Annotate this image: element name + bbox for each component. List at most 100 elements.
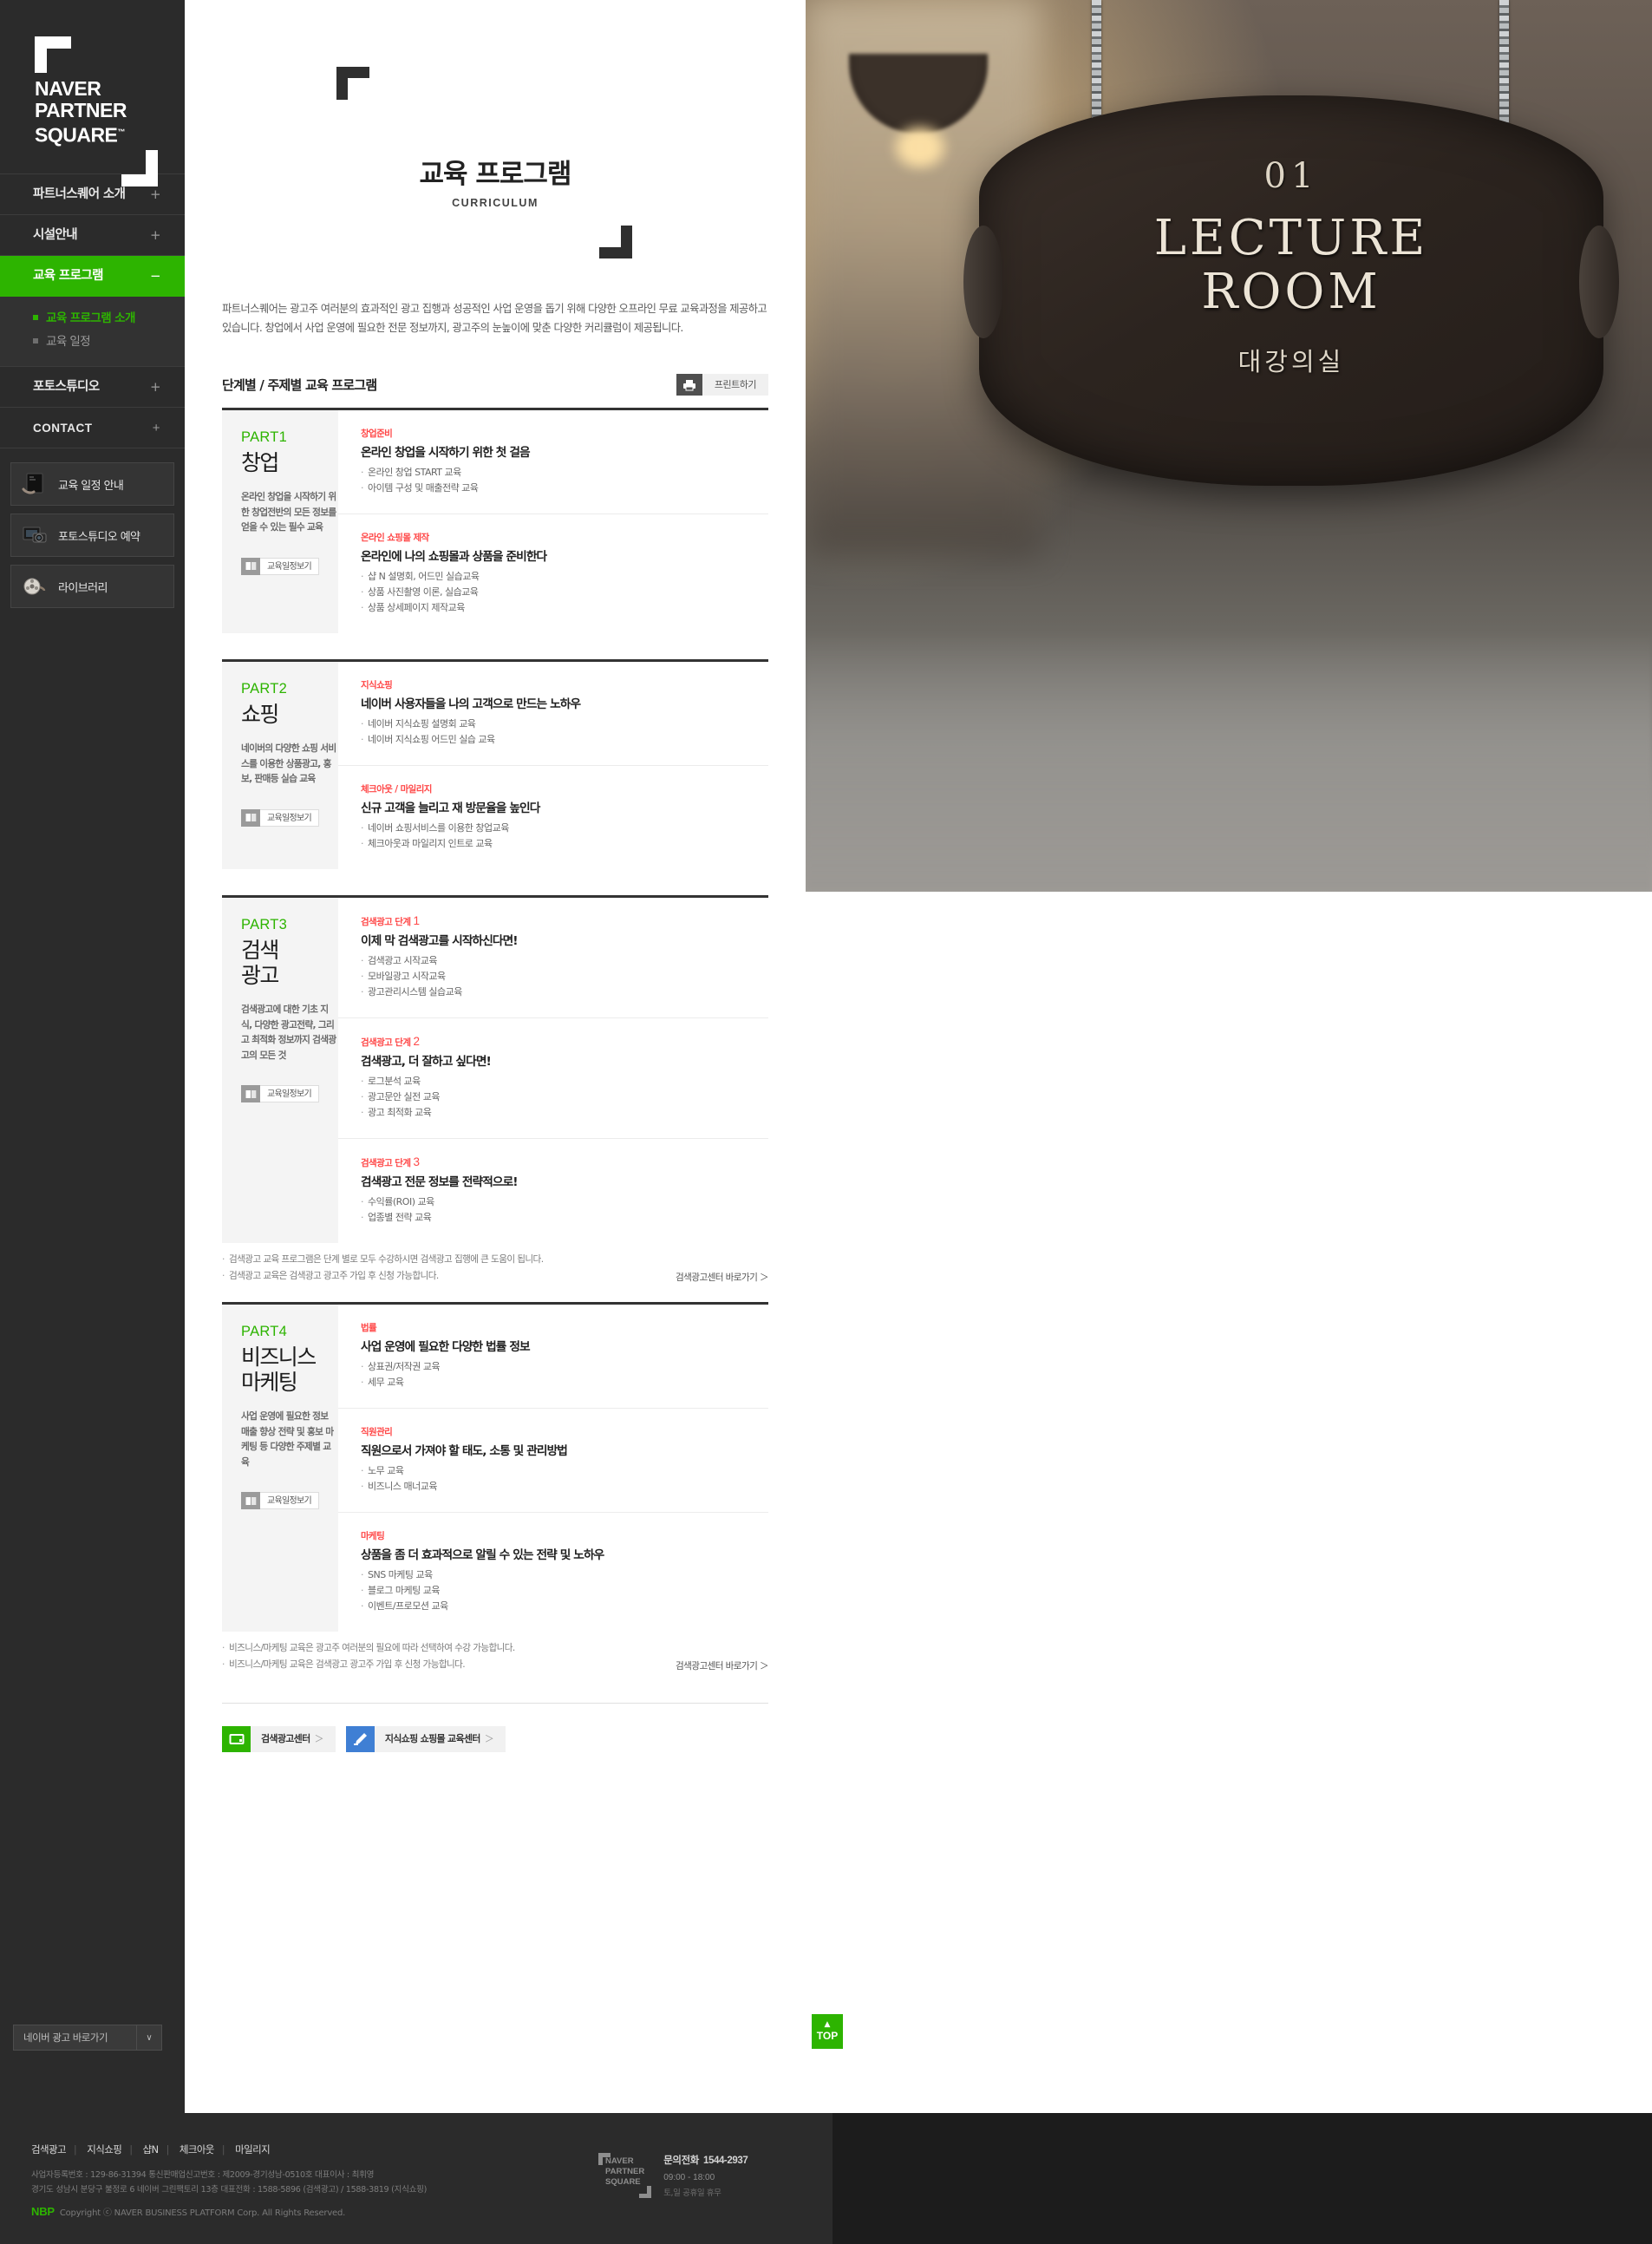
- part-summary: PART2 쇼핑 네이버의 다양한 쇼핑 서비스를 이용한 상품광고, 홍보, 판매…: [222, 662, 338, 869]
- part-name-line: 쇼핑: [241, 702, 279, 727]
- section-title: 단계별 / 주제별 교육 프로그램: [222, 377, 377, 393]
- print-button[interactable]: 프린트하기: [676, 374, 768, 396]
- topic-tag-text: 검색광고 단계: [361, 1158, 411, 1168]
- topic-item: 세무 교육: [361, 1375, 768, 1390]
- sidebar-item-about[interactable]: 파트너스퀘어 소개 +: [0, 174, 185, 215]
- footer-logo: NAVER PARTNER SQUARE: [598, 2153, 652, 2198]
- sidebar-subitem-schedule[interactable]: 교육 일정: [0, 330, 185, 354]
- footer-copyright: NBP Copyright ⓒ NAVER BUSINESS PLATFORM C…: [31, 2205, 833, 2218]
- part-notes: 비즈니스/마케팅 교육은 광고주 여러분의 필요에 따라 선택하여 수강 가능합…: [222, 1640, 769, 1680]
- topic-tag-text: 온라인 쇼핑몰 제작: [361, 533, 429, 543]
- topic-item-list: 상표권/저작권 교육세무 교육: [361, 1359, 768, 1390]
- topic-title: 검색광고 전문 정보를 전략적으로!: [361, 1175, 519, 1189]
- topic-item: 네이버 쇼핑서비스를 이용한 창업교육: [361, 821, 768, 836]
- book-icon: [241, 557, 260, 575]
- main-content: 교육 프로그램 CURRICULUM 파트너스퀘어는 광고주 여러분의 효과적인…: [185, 0, 806, 1752]
- curriculum-part: PART4 비즈니스 마케팅 사업 운영에 필요한 정보 매출 향상 전략 및 홍보 …: [222, 1302, 768, 1632]
- topic-tag-text: 검색광고 단계: [361, 917, 411, 927]
- booklet-icon: [11, 462, 58, 506]
- topic-item: 상품 상세페이지 제작교육: [361, 600, 768, 616]
- footer-logo-line2: PARTNER: [605, 2167, 645, 2176]
- bullet-icon: [33, 315, 38, 320]
- topic-title: 온라인 창업을 시작하기 위한 첫 걸음: [361, 446, 531, 460]
- topic-tag: 검색광고 단계 2: [361, 1035, 768, 1049]
- logo-line-square: SQUARE™: [35, 123, 125, 147]
- chevron-right-icon: ＞: [484, 1733, 494, 1744]
- view-schedule-label: 교육일정보기: [260, 1085, 319, 1102]
- topic-tag: 검색광고 단계 1: [361, 914, 768, 928]
- collapse-minus-icon: −: [150, 268, 161, 284]
- topic-item: 검색광고 시작교육: [361, 953, 768, 969]
- sidebar-item-photostudio[interactable]: 포토스튜디오 +: [0, 367, 185, 408]
- part-description: 온라인 창업을 시작하기 위한 창업전반의 모든 정보를 얻을 수 있는 필수 …: [241, 491, 336, 533]
- topic-block: 체크아웃 / 마일리지신규 고객을 늘리고 재 방문율을 높인다네이버 쇼핑서비…: [338, 766, 768, 869]
- footer-link-search-ad[interactable]: 검색광고: [31, 2143, 67, 2156]
- naver-ad-select[interactable]: 네이버 광고 바로가기 ∨: [13, 2025, 162, 2051]
- topic-item-list: SNS 마케팅 교육블로그 마케팅 교육이벤트/프로모션 교육: [361, 1567, 768, 1614]
- decor-corner-top-left-icon: [336, 67, 369, 100]
- monitor-icon: [222, 1726, 251, 1752]
- sidebar-item-curriculum[interactable]: 교육 프로그램 −: [0, 256, 185, 297]
- signboard-notch-left: [963, 226, 1003, 338]
- part-description: 사업 운영에 필요한 정보 매출 향상 전략 및 홍보 마케팅 등 다양한 주제…: [241, 1410, 334, 1468]
- quicklink-library[interactable]: 라이브러리: [10, 565, 174, 608]
- topic-item-list: 샵 N 설명회, 어드민 실습교육상품 사진촬영 이론, 실습교육상품 상세페이…: [361, 569, 768, 616]
- logo-line-partner: PARTNER: [35, 99, 127, 121]
- footer-logo-line3: SQUARE: [605, 2177, 641, 2187]
- topic-block: 직원관리직원으로서 가져야 할 태도, 소통 및 관리방법노무 교육비즈니스 매…: [338, 1409, 768, 1513]
- topic-tag-text: 지식쇼핑: [361, 680, 393, 690]
- view-schedule-button[interactable]: 교육일정보기: [241, 1085, 319, 1102]
- topic-title: 상품을 좀 더 효과적으로 알릴 수 있는 전략 및 노하우: [361, 1548, 604, 1562]
- topic-item: 샵 N 설명회, 어드민 실습교육: [361, 569, 768, 585]
- view-schedule-button[interactable]: 교육일정보기: [241, 808, 319, 827]
- curriculum-part: PART1 창업 온라인 창업을 시작하기 위한 창업전반의 모든 정보를 얻을 수…: [222, 408, 768, 633]
- topic-block: 검색광고 단계 2 검색광고, 더 잘하고 싶다면! 로그분석 교육광고문안 실전 …: [338, 1018, 768, 1139]
- topic-tag: 검색광고 단계 3: [361, 1155, 768, 1169]
- page-header: 교육 프로그램 CURRICULUM: [185, 0, 806, 299]
- topic-block: 검색광고 단계 3 검색광고 전문 정보를 전략적으로! 수익률(ROI) 교육업종…: [338, 1139, 768, 1243]
- footer-link-checkout[interactable]: 체크아웃: [180, 2143, 215, 2156]
- page-root: NAVER PARTNER SQUARE™ 파트너스퀘어 소개 + 시설안내 +…: [0, 0, 1652, 2244]
- topic-item: 광고 최적화 교육: [361, 1105, 768, 1121]
- cta-label: 지식쇼핑 쇼핑몰 교육센터 ＞: [374, 1726, 506, 1752]
- note-link[interactable]: 검색광고센터 바로가기 ＞: [676, 1271, 769, 1284]
- signboard-title-line1: LECTURE: [1153, 210, 1429, 266]
- part-name-line: 마케팅: [241, 1370, 298, 1395]
- topic-item-list: 로그분석 교육광고문안 실전 교육광고 최적화 교육: [361, 1074, 768, 1121]
- footer-link-shopn[interactable]: 샵N: [143, 2143, 160, 2156]
- view-schedule-button[interactable]: 교육일정보기: [241, 1492, 319, 1509]
- footer-tel-number: 1544-2937: [702, 2156, 748, 2166]
- part-topics: 창업준비온라인 창업을 시작하기 위한 첫 걸음온라인 창업 START 교육아…: [338, 410, 768, 633]
- sidebar-item-contact[interactable]: CONTACT +: [0, 408, 185, 448]
- site-logo[interactable]: NAVER PARTNER SQUARE™: [0, 0, 185, 186]
- scroll-to-top-button[interactable]: ▲ TOP: [812, 2014, 843, 2049]
- part-description: 네이버의 다양한 쇼핑 서비스를 이용한 상품광고, 홍보, 판매등 실습 교육: [241, 743, 336, 784]
- sidebar-item-facility[interactable]: 시설안내 +: [0, 215, 185, 256]
- sidebar-subitem-curriculum-intro[interactable]: 교육 프로그램 소개: [0, 307, 185, 330]
- footer-link-mileage[interactable]: 마일리지: [235, 2143, 271, 2156]
- note-link[interactable]: 검색광고센터 바로가기 ＞: [676, 1659, 769, 1672]
- quicklink-photostudio-booking[interactable]: 포토스튜디오 예약: [10, 514, 174, 557]
- view-schedule-button[interactable]: 교육일정보기: [241, 557, 319, 575]
- footer-link-shopping[interactable]: 지식쇼핑: [87, 2143, 122, 2156]
- topic-block: 지식쇼핑네이버 사용자들을 나의 고객으로 만드는 노하우네이버 지식쇼핑 설명…: [338, 662, 768, 766]
- part-number: PART1: [241, 429, 288, 445]
- note-line: 검색광고 교육 프로그램은 단계 별로 모두 수강하시면 검색광고 집행에 큰 …: [222, 1252, 768, 1268]
- topic-title: 이제 막 검색광고를 시작하신다면!: [361, 934, 519, 948]
- curriculum-part: PART3 검색 광고 검색광고에 대한 기초 지식, 다양한 광고전략, 그리고 최…: [222, 895, 768, 1243]
- part-summary: PART3 검색 광고 검색광고에 대한 기초 지식, 다양한 광고전략, 그리고 최…: [222, 898, 338, 1243]
- part-name-line: 검색: [241, 938, 279, 963]
- topic-tag: 법률: [361, 1321, 768, 1334]
- footer-logo-corner-tl-icon: [598, 2153, 603, 2165]
- part-description: 검색광고에 대한 기초 지식, 다양한 광고전략, 그리고 최적화 정보까지 검…: [241, 1004, 336, 1061]
- cta-shopping-education-center[interactable]: 지식쇼핑 쇼핑몰 교육센터 ＞: [345, 1726, 506, 1752]
- curriculum-part: PART2 쇼핑 네이버의 다양한 쇼핑 서비스를 이용한 상품광고, 홍보, 판매…: [222, 659, 768, 869]
- hero-signboard: 01 LECTURE ROOM 대강의실: [963, 95, 1619, 486]
- quicklink-education-schedule[interactable]: 교육 일정 안내: [10, 462, 174, 506]
- page-footer: 검색광고 | 지식쇼핑 | 샵N | 체크아웃 | 마일리지 사업자등록번호 : 129…: [0, 2113, 833, 2244]
- sidebar-item-label: 교육 프로그램: [33, 269, 103, 283]
- topic-item-list: 수익률(ROI) 교육업종별 전략 교육: [361, 1194, 768, 1226]
- left-sidebar: NAVER PARTNER SQUARE™ 파트너스퀘어 소개 + 시설안내 +…: [0, 0, 185, 2113]
- cta-search-ad-center[interactable]: 검색광고센터 ＞: [222, 1726, 336, 1752]
